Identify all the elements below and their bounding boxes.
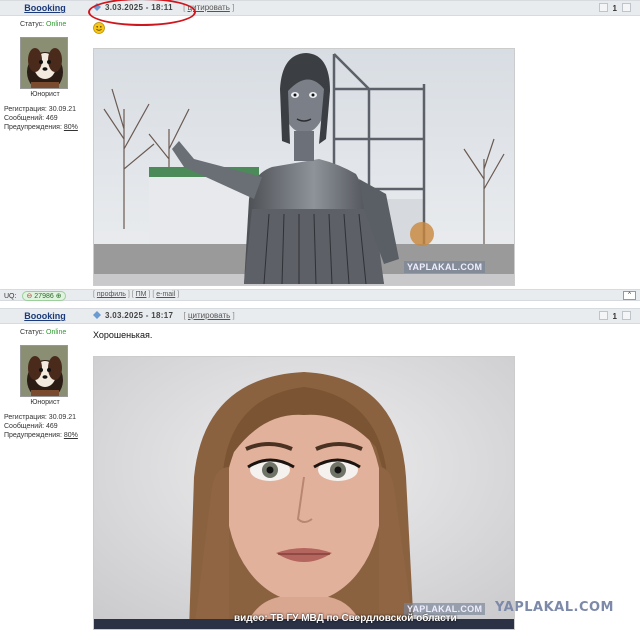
registration-date: Регистрация: 30.09.21 xyxy=(4,106,77,113)
post-date-area: 3.03.2025 - 18:17 [ цитировать ] xyxy=(93,311,235,320)
post-number-area: 1 xyxy=(598,3,636,13)
quote-link[interactable]: цитировать xyxy=(188,311,230,320)
warnings: Предупреждения: 80% xyxy=(4,124,78,131)
pm-link[interactable]: ПМ xyxy=(136,291,147,298)
user-rank: Юнорист xyxy=(30,91,60,98)
status-online: Online xyxy=(46,21,67,28)
message-count: Сообщений: 469 xyxy=(4,115,58,122)
status-line: Статус: Online xyxy=(20,21,67,28)
status-line: Статус: Online xyxy=(20,329,67,336)
user-info: Регистрация: 30.09.21 Сообщений: 469 Пре… xyxy=(4,105,78,132)
scroll-up-button[interactable]: ^ xyxy=(623,291,636,300)
avatar[interactable] xyxy=(20,345,68,397)
warnings: Предупреждения: 80% xyxy=(4,432,78,439)
girl-image xyxy=(94,357,514,629)
warnings-value[interactable]: 80% xyxy=(64,432,78,439)
uq-rating: UQ: ⊖ 27986 ⊕ xyxy=(4,291,66,301)
checkbox-icon[interactable] xyxy=(622,3,631,12)
post-text: Хорошенькая. xyxy=(93,330,153,340)
checkbox-icon[interactable] xyxy=(598,3,608,12)
uq-badge[interactable]: ⊖ 27986 ⊕ xyxy=(22,291,66,301)
user-info: Регистрация: 30.09.21 Сообщений: 469 Пре… xyxy=(4,413,78,440)
status-online: Online xyxy=(46,329,67,336)
smiley-icon xyxy=(93,22,105,34)
post-header: Boooking 3.03.2025 - 18:17 [ цитировать … xyxy=(0,308,640,324)
author-link[interactable]: Boooking xyxy=(0,3,90,13)
email-link[interactable]: e-mail xyxy=(156,291,175,298)
profile-link[interactable]: профиль xyxy=(97,291,126,298)
post-number: 1 xyxy=(612,312,617,321)
post-date: 3.03.2025 - 18:17 xyxy=(105,311,174,320)
post-photo-girl[interactable]: YAPLAKAL.COM видео: ТВ ГУ МВД по Свердло… xyxy=(93,356,515,630)
checkbox-icon[interactable] xyxy=(598,311,608,320)
photo-caption: видео: ТВ ГУ МВД по Свердловской области xyxy=(234,613,457,624)
photo-watermark: YAPLAKAL.COM xyxy=(404,261,486,273)
post-number-area: 1 xyxy=(598,311,636,321)
user-rank: Юнорист xyxy=(30,399,60,406)
avatar[interactable] xyxy=(20,37,68,89)
statue-image xyxy=(94,49,514,285)
post-footer: UQ: ⊖ 27986 ⊕ [ профиль ] [ ПМ ] [ e-mail… xyxy=(0,289,640,301)
checkbox-icon[interactable] xyxy=(622,311,631,320)
post-icon xyxy=(93,311,101,319)
registration-date: Регистрация: 30.09.21 xyxy=(4,414,77,421)
message-count: Сообщений: 469 xyxy=(4,423,58,430)
warnings-value[interactable]: 80% xyxy=(64,124,78,131)
author-link[interactable]: Boooking xyxy=(0,311,90,321)
post-photo-statue[interactable]: YAPLAKAL.COM xyxy=(93,48,515,286)
site-watermark: YAPLAKAL.COM xyxy=(495,600,614,615)
post-footer-links: [ профиль ] [ ПМ ] [ e-mail ] xyxy=(93,291,180,298)
post-number: 1 xyxy=(612,4,617,13)
